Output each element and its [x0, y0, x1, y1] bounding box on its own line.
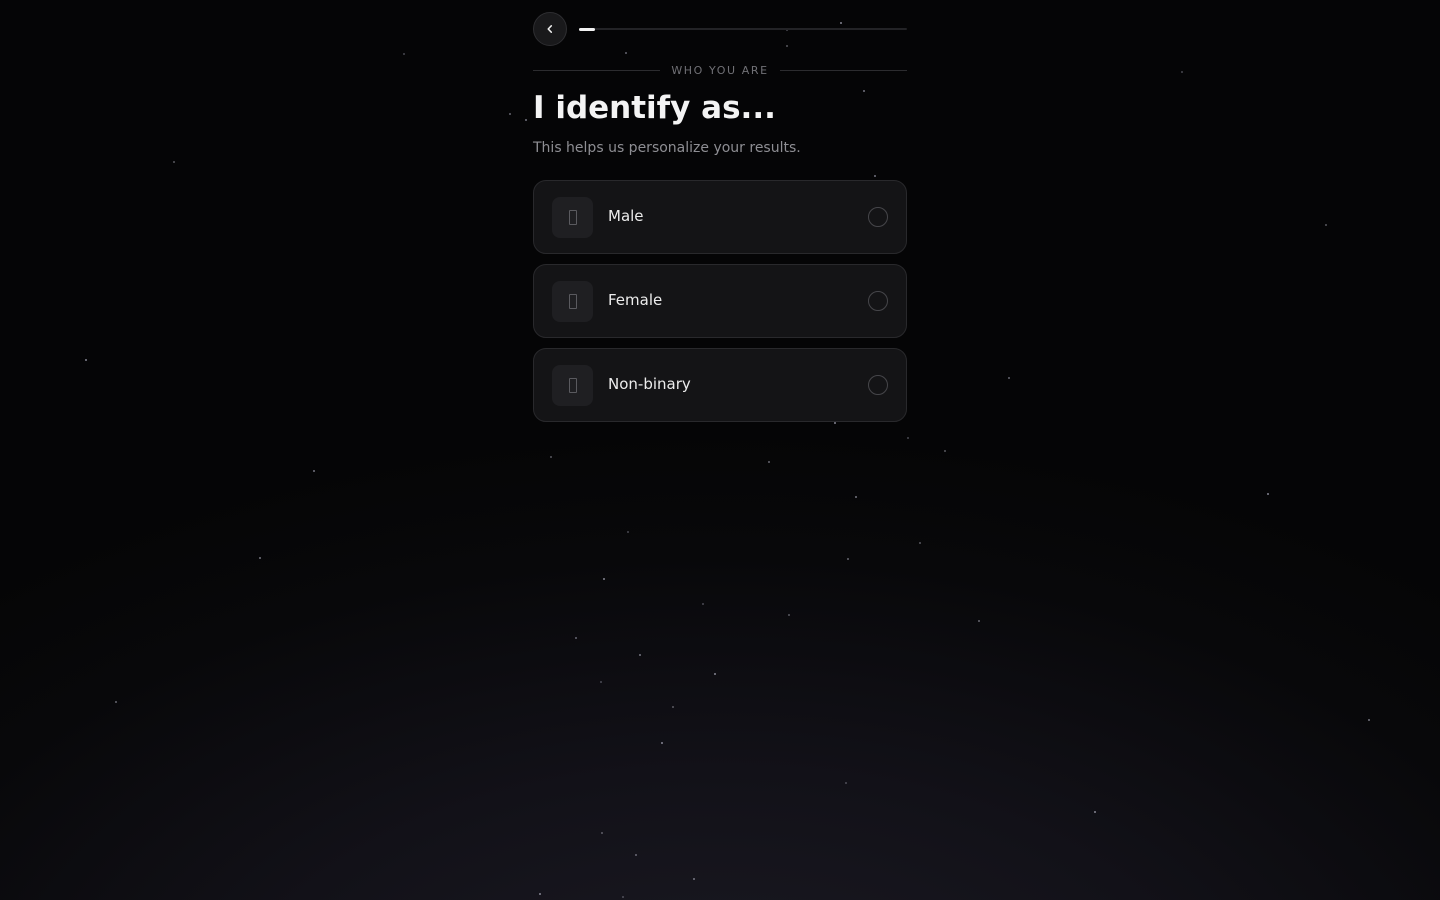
star	[601, 832, 603, 834]
option-label: Male	[608, 207, 644, 225]
star	[622, 896, 624, 898]
eyebrow-label: WHO YOU ARE	[671, 64, 769, 77]
top-bar	[533, 12, 907, 46]
option-label: Female	[608, 291, 663, 309]
star	[1325, 224, 1327, 226]
star	[639, 654, 641, 656]
star	[661, 742, 663, 744]
progress-bar	[579, 27, 907, 31]
star	[907, 437, 909, 439]
star	[855, 496, 857, 498]
star	[702, 603, 704, 605]
star	[539, 893, 541, 895]
star	[845, 782, 847, 784]
star	[978, 620, 980, 622]
section-eyebrow: WHO YOU ARE	[533, 64, 908, 77]
star	[847, 558, 849, 560]
star	[714, 673, 716, 675]
emoji-placeholder-icon	[552, 197, 593, 238]
star	[693, 878, 695, 880]
star	[1267, 493, 1269, 495]
star	[509, 113, 511, 115]
star	[259, 557, 261, 559]
star	[635, 854, 637, 856]
star	[550, 456, 552, 458]
star	[625, 52, 627, 54]
star	[173, 161, 175, 163]
emoji-placeholder-icon	[552, 281, 593, 322]
page-subtitle: This helps us personalize your results.	[533, 140, 801, 156]
emoji-placeholder-icon	[552, 365, 593, 406]
star	[525, 119, 527, 121]
star	[788, 614, 790, 616]
page-title: I identify as...	[533, 90, 776, 126]
star	[944, 450, 946, 452]
star	[1181, 71, 1183, 73]
radio-button[interactable]	[868, 375, 888, 395]
star	[627, 531, 629, 533]
option-non-binary[interactable]: Non-binary	[533, 348, 907, 422]
star	[919, 542, 921, 544]
option-label: Non-binary	[608, 375, 691, 393]
back-button[interactable]	[533, 12, 567, 46]
option-male[interactable]: Male	[533, 180, 907, 254]
star	[1094, 811, 1096, 813]
chevron-left-icon	[547, 25, 553, 33]
option-female[interactable]: Female	[533, 264, 907, 338]
divider-left	[533, 70, 661, 71]
star	[313, 470, 315, 472]
star	[403, 53, 405, 55]
star	[672, 706, 674, 708]
progress-fill	[579, 27, 596, 31]
starfield-background	[0, 0, 1440, 900]
star	[85, 359, 87, 361]
star	[1368, 719, 1370, 721]
divider-right	[779, 70, 908, 71]
star	[575, 637, 577, 639]
star	[603, 578, 605, 580]
star	[1008, 377, 1010, 379]
star	[863, 90, 865, 92]
radio-button[interactable]	[868, 207, 888, 227]
options-list: Male Female Non-binary	[533, 180, 907, 432]
star	[768, 461, 770, 463]
star	[600, 681, 602, 683]
star	[115, 701, 117, 703]
star	[874, 175, 876, 177]
radio-button[interactable]	[868, 291, 888, 311]
